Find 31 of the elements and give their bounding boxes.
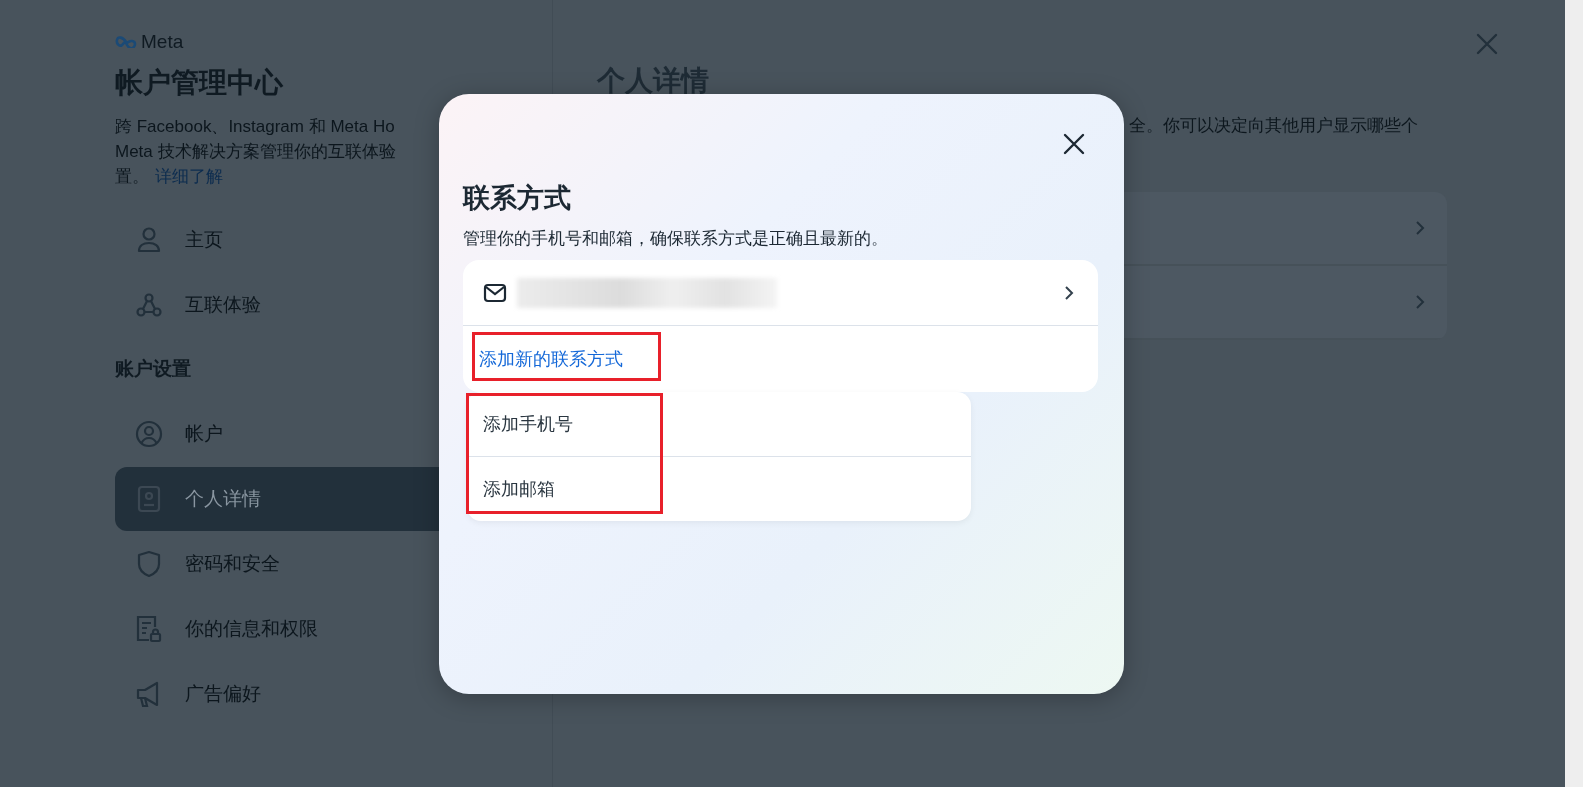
description-text: 置。 (115, 166, 149, 188)
id-card-icon (135, 485, 163, 513)
infinity-logo-icon (115, 36, 137, 48)
chevron-icon (1415, 220, 1425, 236)
brand-name: Meta (141, 31, 184, 53)
menu-item[interactable]: 添加邮箱 (467, 456, 971, 521)
sidebar-item[interactable]: 广告偏好 (115, 662, 552, 726)
mail-icon (483, 282, 507, 303)
description-text: 全。你可以决定向其他用户显示哪些个 (1129, 115, 1418, 137)
section-heading: 账户设置 (115, 357, 191, 381)
description-text: Meta 技术解决方案管理你的互联体验 (115, 141, 397, 163)
sidebar-item[interactable]: 你的信息和权限 (115, 597, 552, 661)
sidebar-item[interactable]: 互联体验 (115, 273, 552, 337)
page-title: 帐户管理中心 (115, 66, 284, 100)
account-icon (135, 420, 163, 448)
shield-icon (135, 550, 163, 578)
menu-item[interactable]: 添加手机号 (467, 392, 971, 456)
dialog-subtitle: 管理你的手机号和邮箱，确保联系方式是正确且最新的。 (463, 228, 889, 249)
sidebar-item[interactable]: 密码和安全 (115, 532, 552, 596)
person-icon (135, 227, 163, 253)
network-icon (135, 293, 163, 317)
dialog-title: 联系方式 (463, 182, 572, 215)
description-text: 跨 Facebook、Instagram 和 Meta Ho (115, 116, 396, 138)
close-icon (1062, 132, 1086, 156)
close-icon[interactable] (1475, 32, 1499, 56)
scrollbar[interactable] (1565, 0, 1583, 787)
chevron-icon (1064, 284, 1074, 301)
add-contact-link[interactable]: 添加新的联系方式 (479, 347, 623, 371)
document-lock-icon (135, 615, 163, 643)
learn-more-link[interactable]: 详细了解 (155, 167, 223, 186)
chevron-icon (1415, 294, 1425, 310)
